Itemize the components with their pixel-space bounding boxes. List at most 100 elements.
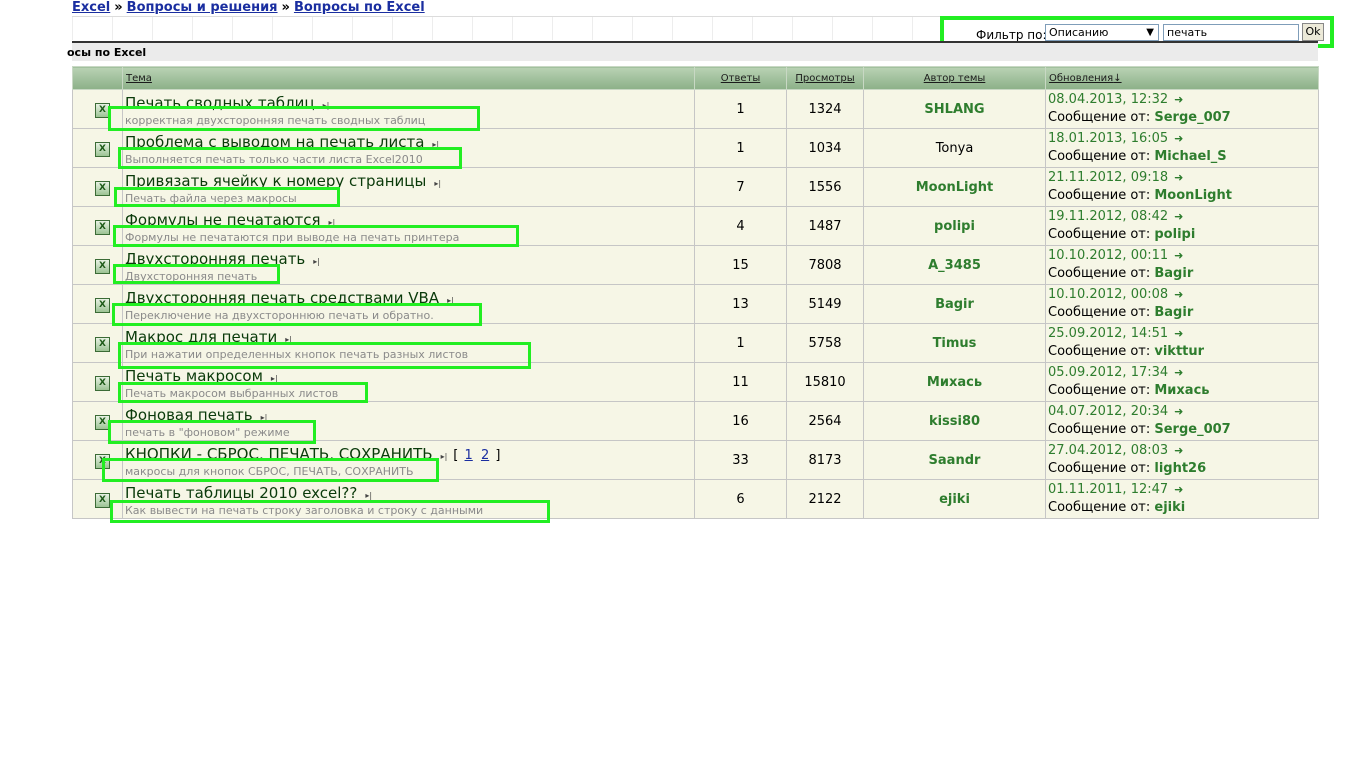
last-post-author[interactable]: light26 — [1154, 461, 1206, 476]
go-to-last-post-icon[interactable]: ➜ — [1174, 93, 1183, 106]
topic-title-link[interactable]: Проблема с выводом на печать листа — [125, 133, 424, 151]
go-to-new-post-icon[interactable]: ▸| — [261, 413, 268, 422]
last-post-line: Сообщение от: vikttur — [1048, 343, 1318, 361]
last-post-line: Сообщение от: MoonLight — [1048, 187, 1318, 205]
page-link[interactable]: 1 — [465, 448, 473, 463]
breadcrumb-link-excel[interactable]: Excel — [72, 0, 110, 15]
filter-field-select[interactable]: Описанию ▼ — [1045, 24, 1159, 41]
topic-cell: Печать таблицы 2010 excel?? ▸| Как вывест… — [122, 479, 695, 519]
topic-author[interactable]: Saandr — [863, 440, 1046, 480]
topic-title-link[interactable]: Двухсторонняя печать средствами VBA — [125, 289, 439, 307]
topic-author[interactable]: MoonLight — [863, 167, 1046, 207]
topic-title-link[interactable]: Печать таблицы 2010 excel?? — [125, 484, 357, 502]
header-views[interactable]: Просмотры — [786, 66, 864, 90]
topic-author[interactable]: polipi — [863, 206, 1046, 246]
last-post-author[interactable]: vikttur — [1154, 344, 1204, 359]
go-to-new-post-icon[interactable]: ▸| — [434, 179, 441, 188]
topic-title-link[interactable]: Двухсторонняя печать — [125, 250, 305, 268]
go-to-new-post-icon[interactable]: ▸| — [323, 101, 330, 110]
page-link[interactable]: 2 — [481, 448, 489, 463]
topic-title-row: Печать сводных таблиц ▸| — [125, 94, 329, 112]
views-count: 1556 — [786, 167, 864, 207]
go-to-last-post-icon[interactable]: ➜ — [1174, 366, 1183, 379]
last-post-author[interactable]: Bagir — [1154, 305, 1193, 320]
go-to-new-post-icon[interactable]: ▸| — [328, 218, 335, 227]
topic-title-row: Привязать ячейку к номеру страницы ▸| — [125, 172, 441, 190]
topic-title-link[interactable]: КНОПКИ - СБРОС, ПЕЧАТЬ, СОХРАНИТЬ — [125, 445, 433, 463]
last-update-cell: 01.11.2011, 12:47 ➜ Сообщение от: ejiki — [1045, 479, 1319, 519]
replies-count: 6 — [694, 479, 787, 519]
last-post-author[interactable]: ejiki — [1154, 500, 1185, 515]
filter-ok-button[interactable]: Ok — [1302, 23, 1324, 41]
header-author[interactable]: Автор темы — [863, 66, 1046, 90]
go-to-last-post-icon[interactable]: ➜ — [1174, 171, 1183, 184]
go-to-new-post-icon[interactable]: ▸| — [441, 452, 448, 461]
go-to-last-post-icon[interactable]: ➜ — [1174, 483, 1183, 496]
excel-file-icon: X — [95, 102, 110, 118]
topic-author[interactable]: Timus — [863, 323, 1046, 363]
topic-author[interactable]: ejiki — [863, 479, 1046, 519]
last-post-author[interactable]: Serge_007 — [1154, 422, 1230, 437]
last-post-author[interactable]: MoonLight — [1154, 188, 1232, 203]
go-to-last-post-icon[interactable]: ➜ — [1174, 327, 1183, 340]
topic-author[interactable]: A_3485 — [863, 245, 1046, 285]
posted-by-label: Сообщение от: — [1048, 500, 1151, 515]
header-updates[interactable]: Обновления↓ — [1045, 66, 1319, 90]
last-update-date: 10.10.2012, 00:11 — [1048, 248, 1169, 263]
table-row: X КНОПКИ - СБРОС, ПЕЧАТЬ, СОХРАНИТЬ ▸| [ 1… — [72, 440, 1319, 480]
views-count: 1324 — [786, 89, 864, 129]
topic-author[interactable]: SHLANG — [863, 89, 1046, 129]
go-to-last-post-icon[interactable]: ➜ — [1174, 132, 1183, 145]
replies-count: 33 — [694, 440, 787, 480]
topic-author[interactable]: Михась — [863, 362, 1046, 402]
go-to-last-post-icon[interactable]: ➜ — [1174, 444, 1183, 457]
topic-cell: Фоновая печать ▸| печать в "фоновом" режи… — [122, 401, 695, 441]
last-post-author[interactable]: polipi — [1154, 227, 1195, 242]
go-to-new-post-icon[interactable]: ▸| — [313, 257, 320, 266]
topic-description: печать в "фоновом" режиме — [125, 426, 290, 439]
go-to-new-post-icon[interactable]: ▸| — [432, 140, 439, 149]
topic-title-link[interactable]: Фоновая печать — [125, 406, 253, 424]
topic-author[interactable]: Bagir — [863, 284, 1046, 324]
posted-by-label: Сообщение от: — [1048, 110, 1151, 125]
topic-title-link[interactable]: Печать макросом — [125, 367, 263, 385]
table-row: X Печать сводных таблиц ▸| корректная дву… — [72, 89, 1319, 129]
last-post-author[interactable]: Michael_S — [1154, 149, 1226, 164]
go-to-last-post-icon[interactable]: ➜ — [1174, 210, 1183, 223]
header-topic[interactable]: Тема — [122, 66, 695, 90]
last-post-author[interactable]: Serge_007 — [1154, 110, 1230, 125]
header-replies[interactable]: Ответы — [694, 66, 787, 90]
last-update-date: 08.04.2013, 12:32 — [1048, 92, 1169, 107]
breadcrumb-link-excel-questions[interactable]: Вопросы по Excel — [294, 0, 425, 15]
topic-author[interactable]: kissi80 — [863, 401, 1046, 441]
last-post-author[interactable]: Михась — [1154, 383, 1209, 398]
topic-description: Выполняется печать только части листа Ex… — [125, 153, 423, 166]
go-to-new-post-icon[interactable]: ▸| — [365, 491, 372, 500]
table-row: X Формулы не печатаются ▸| Формулы не печ… — [72, 206, 1319, 246]
excel-file-icon: X — [95, 492, 110, 508]
go-to-new-post-icon[interactable]: ▸| — [271, 374, 278, 383]
replies-count: 15 — [694, 245, 787, 285]
last-update-line: 27.04.2012, 08:03 ➜ — [1048, 442, 1318, 460]
go-to-last-post-icon[interactable]: ➜ — [1174, 288, 1183, 301]
filter-search-input[interactable]: печать — [1163, 24, 1299, 41]
posted-by-label: Сообщение от: — [1048, 344, 1151, 359]
topic-title-link[interactable]: Формулы не печатаются — [125, 211, 320, 229]
topic-description: При нажатии определенных кнопок печать р… — [125, 348, 469, 361]
last-post-author[interactable]: Bagir — [1154, 266, 1193, 281]
table-row: X Двухсторонняя печать ▸| Двухсторонняя п… — [72, 245, 1319, 285]
topic-author[interactable]: Tonya — [863, 128, 1046, 168]
breadcrumb-link-questions[interactable]: Вопросы и решения — [127, 0, 278, 15]
last-update-cell: 08.04.2013, 12:32 ➜ Сообщение от: Serge_0… — [1045, 89, 1319, 129]
go-to-new-post-icon[interactable]: ▸| — [447, 296, 454, 305]
go-to-new-post-icon[interactable]: ▸| — [285, 335, 292, 344]
topic-title-link[interactable]: Печать сводных таблиц — [125, 94, 315, 112]
topic-title-link[interactable]: Привязать ячейку к номеру страницы — [125, 172, 426, 190]
last-update-line: 05.09.2012, 17:34 ➜ — [1048, 364, 1318, 382]
section-title: осы по Excel — [67, 41, 1318, 61]
topic-title-link[interactable]: Макрос для печати — [125, 328, 277, 346]
excel-file-icon: X — [95, 219, 110, 235]
topic-icon-cell: X — [72, 245, 123, 285]
go-to-last-post-icon[interactable]: ➜ — [1174, 249, 1183, 262]
go-to-last-post-icon[interactable]: ➜ — [1174, 405, 1183, 418]
